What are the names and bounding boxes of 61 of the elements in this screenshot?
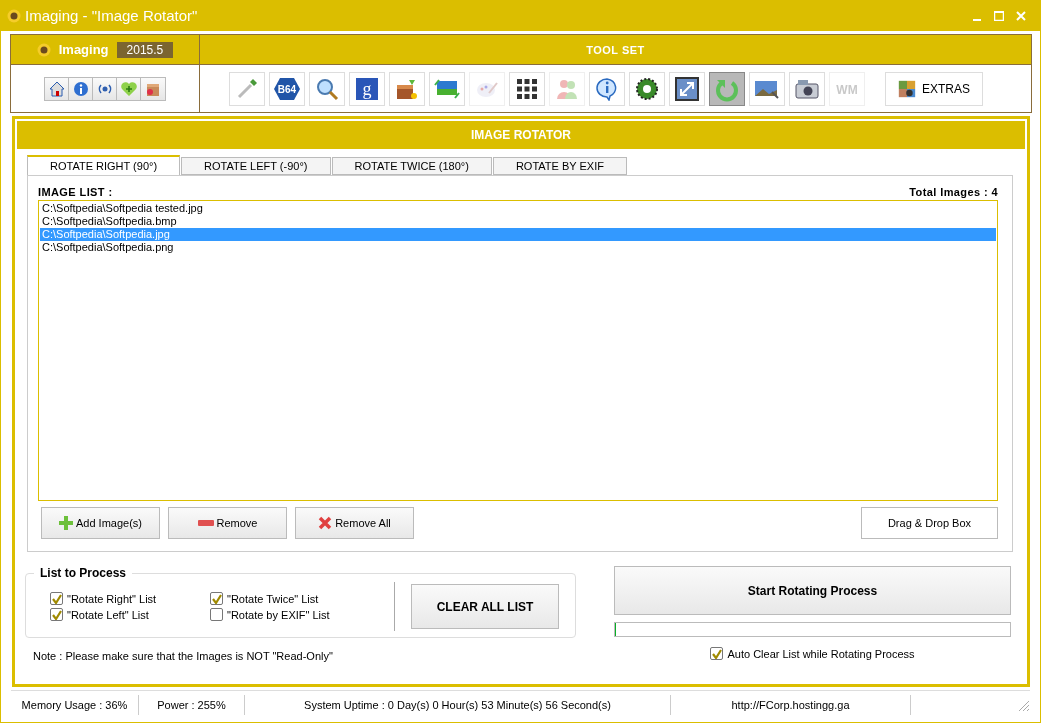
checkbox[interactable] — [50, 592, 63, 605]
checkbox-label: "Rotate Left" List — [67, 608, 149, 621]
list-button[interactable]: Remove All — [295, 507, 414, 539]
panel-title: IMAGE ROTATOR — [17, 121, 1025, 149]
start-button[interactable]: Start Rotating Process — [614, 566, 1011, 615]
version-badge: 2015.5 — [116, 41, 174, 58]
toolset-title: TOOL SET — [586, 43, 645, 56]
drag-drop-button[interactable]: Drag & Drop Box — [861, 507, 998, 539]
gear-icon — [635, 76, 659, 101]
checkbox-label: "Rotate by EXIF" List — [227, 608, 330, 621]
check-icon — [211, 593, 222, 604]
check-icon — [711, 648, 722, 659]
checkbox[interactable] — [210, 608, 223, 621]
group-title: List to Process — [39, 566, 128, 580]
magnifier-icon — [315, 76, 339, 101]
heart-plus-icon — [120, 80, 138, 97]
minus-icon — [197, 520, 214, 526]
checkbox-label: "Rotate Twice" List — [227, 592, 319, 605]
quick-button[interactable] — [116, 76, 142, 101]
checkbox[interactable] — [710, 647, 724, 660]
status-text: Memory Usage : 36% — [11, 694, 139, 715]
clear-all-button[interactable]: CLEAR ALL LIST — [411, 584, 559, 629]
tab[interactable]: ROTATE RIGHT (90°) — [27, 155, 181, 175]
checkbox-label: "Rotate Right" List — [67, 592, 157, 605]
tab[interactable]: ROTATE TWICE (180°) — [331, 157, 492, 175]
checkbox-label: Auto Clear List while Rotating Process — [727, 647, 915, 660]
info-icon — [73, 80, 89, 97]
quick-button[interactable] — [140, 76, 166, 101]
list-item[interactable]: C:\Softpedia\Softpedia tested.jpg — [40, 202, 996, 215]
grid-icon — [516, 77, 538, 100]
info-bubble-icon — [595, 76, 619, 101]
checkbox[interactable] — [210, 592, 223, 605]
list-item[interactable]: C:\Softpedia\Softpedia.png — [40, 241, 996, 254]
house-icon — [49, 80, 65, 97]
sunflower-icon — [36, 42, 51, 57]
check-icon — [51, 609, 62, 620]
quick-button[interactable] — [92, 76, 118, 101]
tab[interactable]: ROTATE LEFT (-90°) — [181, 157, 331, 175]
window-title: Imaging - "Image Rotator" — [25, 7, 199, 24]
check-icon — [51, 593, 62, 604]
total-images: Total Images : 4 — [909, 186, 998, 198]
plus-icon — [59, 516, 73, 530]
tool-button[interactable]: g — [349, 71, 385, 106]
g-logo-icon: g — [355, 76, 379, 101]
app-name: Imaging — [58, 42, 109, 57]
list-button[interactable]: Add Image(s) — [41, 507, 160, 539]
note-text: Note : Please make sure that the Images is NOT "Read-Only" — [33, 650, 334, 662]
extras-button[interactable]: EXTRAS — [885, 71, 983, 106]
list-button[interactable]: Remove — [168, 507, 287, 539]
status-text: Power : 255% — [139, 694, 245, 715]
checkbox[interactable] — [50, 608, 63, 621]
sunflower-icon — [7, 8, 21, 23]
status-text: System Uptime : 0 Day(s) 0 Hour(s) 53 Minute(s) 56 Second(s) — [245, 694, 671, 715]
tab[interactable]: ROTATE BY EXIF — [492, 157, 627, 175]
quick-button[interactable] — [44, 76, 70, 101]
status-text: http://FCorp.hostingg.ga — [671, 694, 911, 715]
list-item[interactable]: C:\Softpedia\Softpedia.bmp — [40, 215, 996, 228]
cross-icon — [318, 516, 333, 530]
eyedropper-icon — [235, 76, 259, 101]
quick-button[interactable] — [68, 76, 94, 101]
list-label: IMAGE LIST : — [38, 186, 113, 198]
